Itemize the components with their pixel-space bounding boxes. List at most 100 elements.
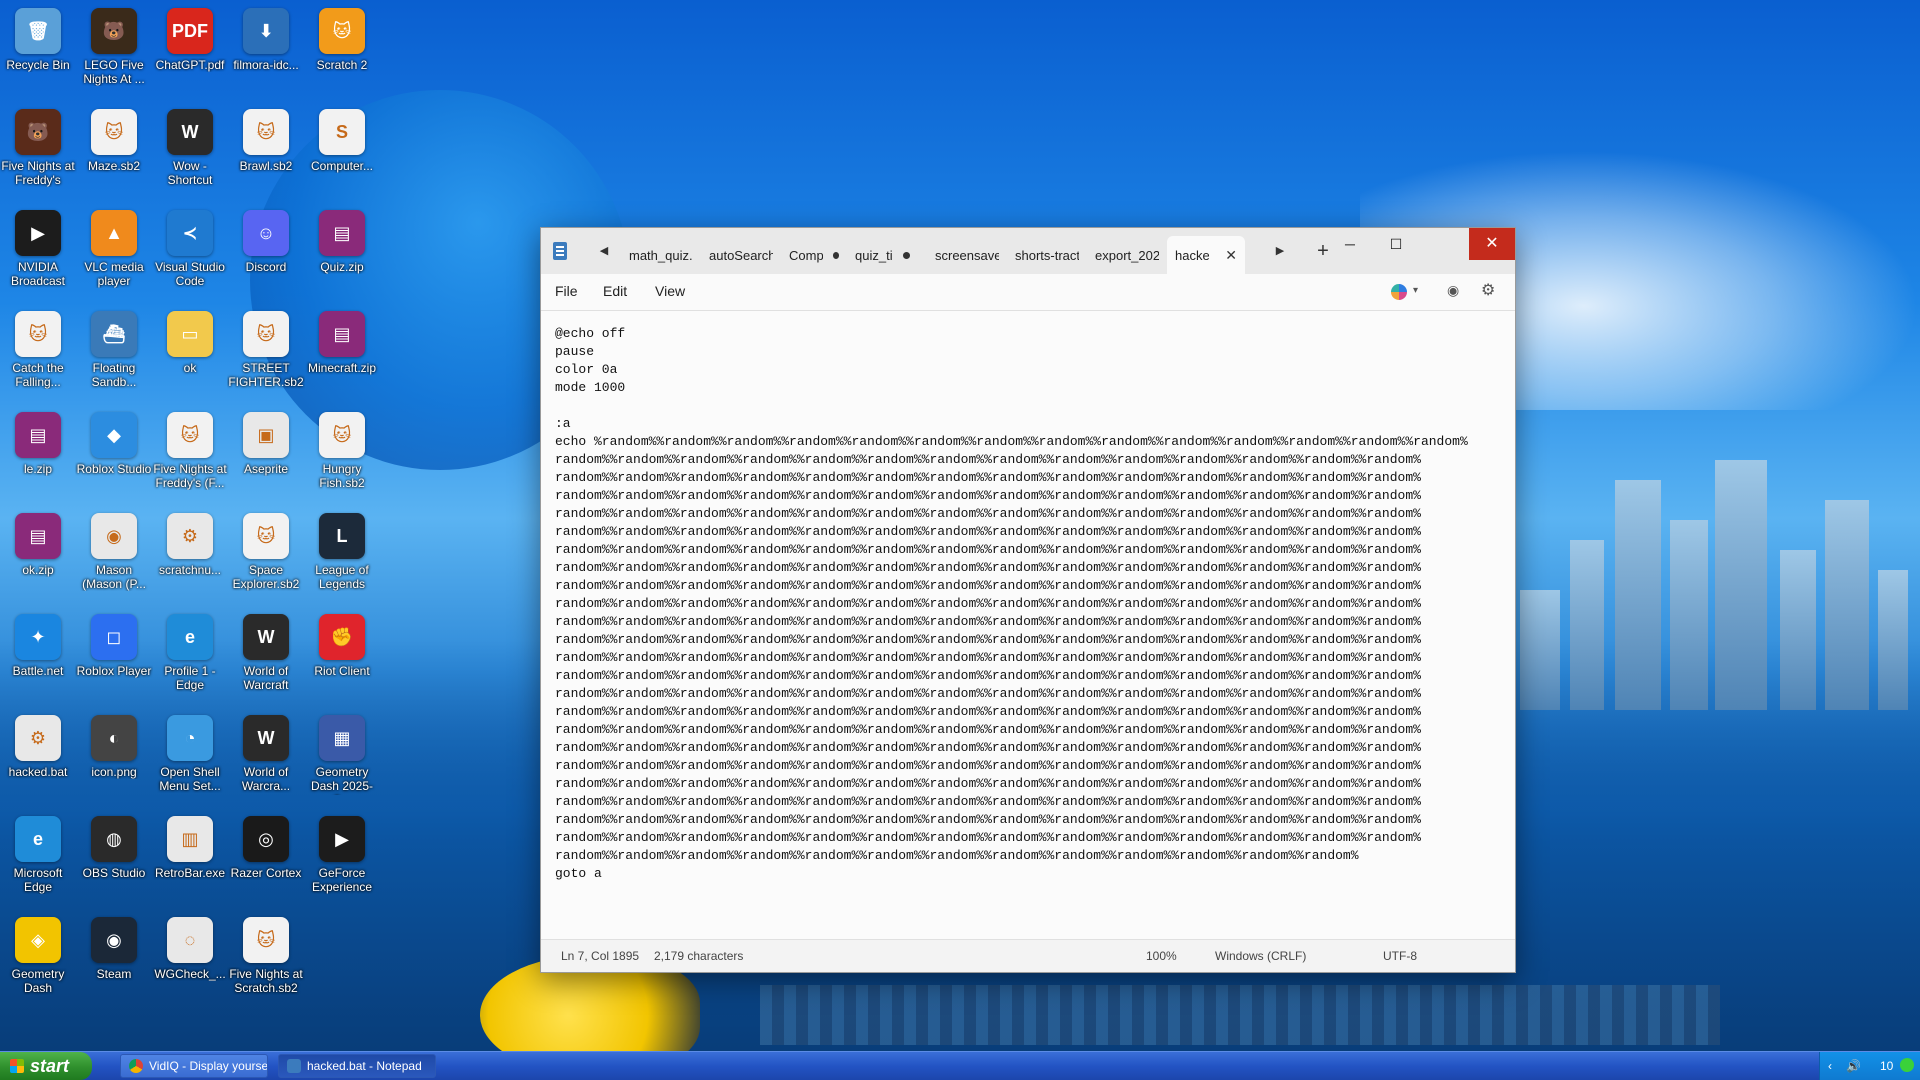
desktop-icon[interactable]: W World of Warcraft: [228, 614, 304, 710]
desktop-icon[interactable]: L League of Legends: [304, 513, 380, 609]
desktop-icon-label: Profile 1 - Edge: [164, 664, 216, 692]
tab-active[interactable]: hacke ✕: [1167, 236, 1245, 274]
desktop-icon[interactable]: ▭ ok: [152, 311, 228, 407]
taskbar-button-notepad[interactable]: hacked.bat - Notepad: [278, 1054, 436, 1078]
start-label: start: [30, 1055, 70, 1076]
tab-document[interactable]: export_2025: [1087, 236, 1167, 274]
desktop-icon[interactable]: ◻ Roblox Player: [76, 614, 152, 710]
desktop-icon[interactable]: ◐ icon.png: [76, 715, 152, 811]
line-ending[interactable]: Windows (CRLF): [1215, 949, 1306, 963]
razer-icon: ◎: [243, 816, 289, 862]
desktop-icon[interactable]: S Computer...: [304, 109, 380, 205]
editor-content[interactable]: @echo off pause color 0a mode 1000 :a ec…: [555, 325, 1507, 883]
notepad-window: ◀ math_quiz.h autoSearch.l Compi quiz_ti scr…: [540, 227, 1516, 973]
desktop-icon[interactable]: 🐱 Catch the Falling...: [0, 311, 76, 407]
desktop-icon[interactable]: ▲ VLC media player: [76, 210, 152, 306]
desktop-icon[interactable]: ⚙ hacked.bat: [0, 715, 76, 811]
desktop-icon[interactable]: ✊ Riot Client: [304, 614, 380, 710]
desktop-icon[interactable]: ▤ Minecraft.zip: [304, 311, 380, 407]
status-indicator-icon[interactable]: [1900, 1058, 1914, 1072]
tab-document[interactable]: Compi: [781, 236, 847, 274]
desktop-icon[interactable]: ▣ Aseprite: [228, 412, 304, 508]
chevron-left-icon[interactable]: ‹: [1828, 1059, 1832, 1073]
tab-label: export_2025: [1095, 247, 1159, 263]
wallpaper-reef: [760, 985, 1720, 1045]
menu-file[interactable]: File: [555, 283, 578, 299]
desktop-icon[interactable]: ≺ Visual Studio Code: [152, 210, 228, 306]
desktop-icon[interactable]: ⛴ Floating Sandb...: [76, 311, 152, 407]
desktop-icon[interactable]: ◉ Mason (Mason (P...: [76, 513, 152, 609]
desktop-icon[interactable]: W World of Warcra...: [228, 715, 304, 811]
encoding[interactable]: UTF-8: [1383, 949, 1417, 963]
desktop-icon[interactable]: 🐱 Five Nights at Freddy's (F...: [152, 412, 228, 508]
close-button[interactable]: ✕: [1469, 228, 1515, 260]
desktop-icon[interactable]: 🐱 Hungry Fish.sb2: [304, 412, 380, 508]
desktop-icon[interactable]: ✦ Battle.net: [0, 614, 76, 710]
tab-scroll-left-icon[interactable]: ◀: [593, 240, 615, 262]
minimize-button[interactable]: ─: [1327, 228, 1373, 260]
close-tab-icon[interactable]: ✕: [1225, 247, 1237, 264]
desktop-icon[interactable]: 🐻 LEGO Five Nights At ...: [76, 8, 152, 104]
desktop-icon[interactable]: 🐱 Maze.sb2: [76, 109, 152, 205]
desktop-icon[interactable]: ▦ Geometry Dash 2025-0...: [304, 715, 380, 811]
desktop-icon-label: Space Explorer.sb2: [232, 563, 300, 591]
desktop-icon[interactable]: 🐱 STREET FIGHTER.sb2: [228, 311, 304, 407]
desktop-icon[interactable]: ▤ ok.zip: [0, 513, 76, 609]
desktop-icon[interactable]: e Profile 1 - Edge: [152, 614, 228, 710]
desktop-icon[interactable]: ▥ RetroBar.exe: [152, 816, 228, 912]
desktop-icon[interactable]: ▶ GeForce Experience: [304, 816, 380, 912]
desktop-icon-label: RetroBar.exe: [154, 866, 226, 880]
tab-document[interactable]: shorts-tracti: [1007, 236, 1087, 274]
desktop-icon[interactable]: ◆ Roblox Studio: [76, 412, 152, 508]
desktop-icon[interactable]: e Microsoft Edge: [0, 816, 76, 912]
desktop-icon[interactable]: 🐻 Five Nights at Freddy's: [0, 109, 76, 205]
desktop-icon[interactable]: ▤ Quiz.zip: [304, 210, 380, 306]
chevron-down-icon[interactable]: ▾: [1413, 285, 1418, 296]
desktop-icon[interactable]: 🐱 Scratch 2: [304, 8, 380, 104]
gear-icon[interactable]: ⚙: [1481, 280, 1495, 300]
desktop-icon[interactable]: 🐱 Brawl.sb2: [228, 109, 304, 205]
copilot-icon[interactable]: [1391, 284, 1407, 300]
desktop-icon-label: ok: [183, 361, 197, 375]
tab-document[interactable]: math_quiz.h: [621, 236, 701, 274]
taskbar-button-chrome[interactable]: VidIQ - Display yourself...: [120, 1054, 268, 1078]
desktop-icon[interactable]: ◈ Geometry Dash: [0, 917, 76, 1013]
menu-edit[interactable]: Edit: [603, 283, 627, 299]
text-editor[interactable]: @echo off pause color 0a mode 1000 :a ec…: [541, 311, 1515, 940]
desktop-icon-label: Visual Studio Code: [155, 260, 225, 288]
desktop-icon[interactable]: ⚙ scratchnu...: [152, 513, 228, 609]
desktop-icon-label: Riot Client: [314, 664, 370, 678]
maximize-button[interactable]: ☐: [1373, 228, 1419, 260]
menu-view[interactable]: View: [655, 283, 685, 299]
geometry-dash-icon: ◈: [15, 917, 61, 963]
volume-icon[interactable]: 🔊: [1846, 1059, 1861, 1073]
tab-scroll-right-icon[interactable]: ▶: [1269, 240, 1291, 262]
desktop-icon[interactable]: ◔ Open Shell Menu Set...: [152, 715, 228, 811]
desktop-icon[interactable]: ▶ NVIDIA Broadcast: [0, 210, 76, 306]
zoom-level[interactable]: 100%: [1146, 949, 1177, 963]
account-icon[interactable]: ◉: [1447, 282, 1459, 299]
tab-label: quiz_ti: [855, 247, 893, 263]
tab-document[interactable]: screensaver.: [927, 236, 1007, 274]
desktop-icon[interactable]: ☺ Discord: [228, 210, 304, 306]
desktop-icon[interactable]: ◎ Razer Cortex: [228, 816, 304, 912]
desktop-icon[interactable]: 🗑 Recycle Bin: [0, 8, 76, 104]
desktop-icon-label: VLC media player: [84, 260, 144, 288]
desktop-icon[interactable]: ⬇ filmora-idc...: [228, 8, 304, 104]
title-bar[interactable]: ◀ math_quiz.h autoSearch.l Compi quiz_ti scr…: [541, 228, 1515, 274]
start-button[interactable]: start: [0, 1052, 92, 1080]
desktop-icon[interactable]: 🐱 Space Explorer.sb2: [228, 513, 304, 609]
tab-document[interactable]: autoSearch.l: [701, 236, 781, 274]
desktop-icon[interactable]: ◌ WGCheck_...: [152, 917, 228, 1013]
clock[interactable]: 10: [1880, 1059, 1893, 1073]
desktop-icon[interactable]: ▤ le.zip: [0, 412, 76, 508]
scratch-file-icon: 🐱: [243, 109, 289, 155]
desktop-icon[interactable]: ◍ OBS Studio: [76, 816, 152, 912]
desktop-icon[interactable]: W Wow - Shortcut: [152, 109, 228, 205]
desktop-icon[interactable]: PDF ChatGPT.pdf: [152, 8, 228, 104]
desktop-icon-label: Catch the Falling...: [12, 361, 64, 389]
desktop-icon[interactable]: 🐱 Five Nights at Scratch.sb2: [228, 917, 304, 1013]
desktop-icon[interactable]: ◉ Steam: [76, 917, 152, 1013]
wow-icon: W: [167, 109, 213, 155]
tab-document[interactable]: quiz_ti: [847, 236, 927, 274]
